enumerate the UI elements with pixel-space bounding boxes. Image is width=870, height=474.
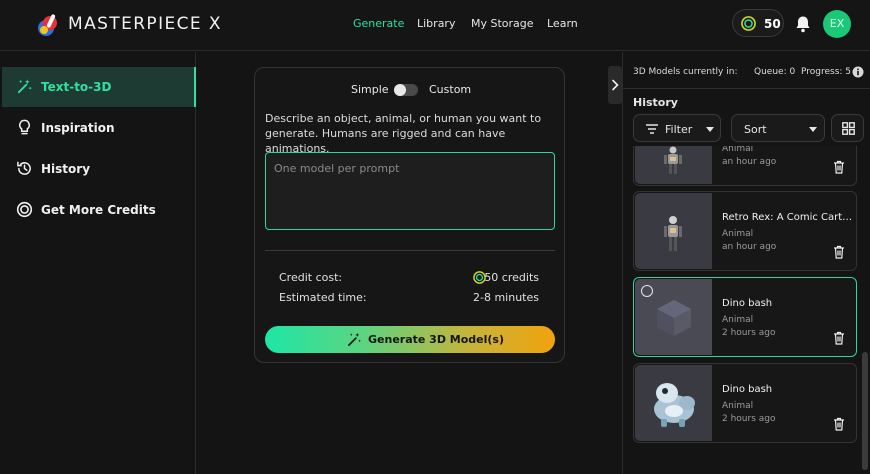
sidebar-item-label: History [41,162,91,176]
model-category: Animal [722,401,754,411]
sidebar-item-label: Text-to-3D [41,80,112,94]
model-thumbnail [635,146,712,184]
credit-cost-value: 50 credits [484,271,539,284]
model-name: Dino bash [722,384,773,395]
left-sidebar: Text-to-3D Inspiration History Get More … [0,52,196,474]
sidebar-item-text-to-3d[interactable]: Text-to-3D [2,67,196,107]
history-panel: 3D Models currently in: Queue: 0 Progres… [622,52,870,474]
magic-wand-icon [348,332,361,346]
collapse-panel-button[interactable] [608,66,622,104]
model-time: 2 hours ago [722,414,776,424]
history-item[interactable]: Animal an hour ago [633,146,857,186]
filter-label: Filter [665,123,693,136]
credits-count: 50 [764,17,781,31]
mode-custom-label[interactable]: Custom [429,83,471,96]
sidebar-item-history[interactable]: History [2,149,196,189]
nav-library[interactable]: Library [417,17,455,30]
trash-icon[interactable] [833,331,845,345]
grid-view-icon [842,122,855,135]
sidebar-item-inspiration[interactable]: Inspiration [2,108,196,148]
robot-figure-icon [664,146,682,174]
model-thumbnail [635,193,712,269]
nav-generate[interactable]: Generate [353,17,404,30]
info-icon[interactable] [852,66,864,78]
select-radio[interactable] [641,285,653,297]
history-list[interactable]: Animal an hour ago Retro Rex: A Comic Ca [633,146,857,474]
magic-wand-icon [17,79,32,94]
brand-name[interactable]: MASTERPIECE X [68,14,222,34]
sort-dropdown[interactable]: Sort [731,114,825,142]
history-item[interactable]: Dino bash Animal 2 hours ago [633,277,857,357]
history-title: History [633,96,678,109]
mode-simple-label[interactable]: Simple [351,83,389,96]
progress-count: Progress: 5 [801,67,852,77]
scrollbar-thumb[interactable] [862,352,868,470]
model-category: Animal [722,146,754,154]
model-category: Animal [722,315,754,325]
notification-bell-icon[interactable] [795,15,811,33]
trash-icon[interactable] [833,160,845,174]
model-time: 2 hours ago [722,328,776,338]
credit-cost-label: Credit cost: [279,271,343,284]
toggle-knob [394,84,406,96]
model-name: Dino bash [722,298,773,309]
generate-3d-model-button[interactable]: Generate 3D Model(s) [265,326,555,353]
sort-label: Sort [744,123,767,136]
model-thumbnail [635,365,712,441]
queue-current-label: 3D Models currently in: [633,67,738,77]
credits-balance-button[interactable]: 50 [732,9,784,37]
chevron-right-icon [612,79,619,91]
grid-view-button[interactable] [831,114,864,142]
masterpiece-logo-icon[interactable] [34,11,62,39]
generator-description: Describe an object, animal, or human you… [265,112,542,155]
cube-placeholder-icon [657,300,691,336]
queue-status-bar: 3D Models currently in: Queue: 0 Progres… [623,52,870,89]
model-name: Retro Rex: A Comic Cartoon [722,212,854,223]
nav-learn[interactable]: Learn [547,17,578,30]
user-avatar[interactable]: EX [823,10,851,38]
estimated-time-label: Estimated time: [279,291,367,304]
coin-icon [741,16,756,31]
estimated-time-value: 2-8 minutes [473,291,539,304]
coin-icon [16,201,33,218]
model-time: an hour ago [722,242,777,252]
model-time: an hour ago [722,157,777,167]
queue-count: Queue: 0 [754,67,796,77]
sidebar-item-label: Inspiration [41,121,115,135]
filter-dropdown[interactable]: Filter [633,114,721,142]
trash-icon[interactable] [833,245,845,259]
generate-button-label: Generate 3D Model(s) [368,333,505,346]
robot-figure-icon [664,216,682,251]
history-icon [17,161,31,175]
sidebar-item-get-more-credits[interactable]: Get More Credits [2,190,196,230]
divider [265,250,555,251]
trash-icon[interactable] [833,417,845,431]
generator-card: Simple Custom Describe an object, animal… [254,67,565,363]
model-category: Animal [722,229,754,239]
nav-my-storage[interactable]: My Storage [471,17,534,30]
history-item[interactable]: Retro Rex: A Comic Cartoon Animal an hou… [633,191,857,271]
filter-icon [646,124,658,134]
sidebar-item-label: Get More Credits [41,203,156,217]
lightbulb-icon [19,119,30,135]
cartoon-dino-icon [654,383,695,427]
prompt-input[interactable] [265,152,555,230]
top-bar: MASTERPIECE X Generate Library My Storag… [0,0,870,51]
caret-down-icon [706,127,714,132]
history-item[interactable]: Dino bash Animal 2 hours ago [633,363,857,443]
caret-down-icon [809,127,817,132]
mode-toggle[interactable] [394,84,418,96]
